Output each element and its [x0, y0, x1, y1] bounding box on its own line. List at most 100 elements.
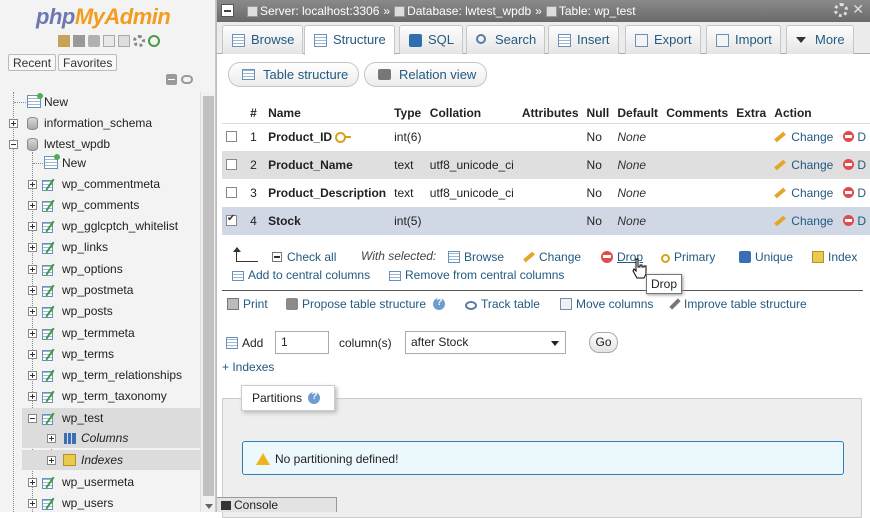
query-window-icon[interactable] [88, 35, 100, 47]
scroll-down-arrow-icon[interactable] [205, 504, 213, 509]
table-row[interactable]: 1 Product_ID int(6) No None Change D [222, 123, 870, 151]
table-structure-icon[interactable] [42, 327, 58, 340]
relation-view-subtab[interactable]: Relation view [364, 62, 488, 87]
panel-divider[interactable] [216, 0, 217, 512]
nav-scrollbar[interactable] [200, 92, 215, 512]
expand-plus-icon[interactable] [28, 286, 37, 295]
tab-import[interactable]: Import [706, 25, 781, 54]
tree-item-table[interactable]: wp_options [0, 259, 200, 279]
expand-plus-icon[interactable] [47, 434, 56, 443]
nav-scrollbar-thumb[interactable] [203, 96, 214, 496]
drop-icon[interactable] [843, 131, 855, 143]
expand-plus-icon[interactable] [28, 180, 37, 189]
table-row[interactable]: 3 Product_Description text utf8_unicode_… [222, 179, 870, 207]
table-crumb[interactable]: Table: wp_test [545, 4, 636, 18]
table-structure-subtab[interactable]: Table structure [228, 62, 360, 87]
column-count-input[interactable]: 1 [275, 331, 329, 354]
documentation-icon[interactable] [103, 35, 115, 47]
drop-link[interactable]: D [857, 186, 866, 200]
drop-icon[interactable] [843, 187, 855, 198]
drop-icon[interactable] [843, 215, 855, 226]
table-structure-icon[interactable] [42, 390, 58, 403]
collapse-minus-icon[interactable] [28, 414, 37, 423]
phpmyadmin-logo[interactable]: phpMyAdmin [36, 4, 171, 30]
change-link[interactable]: Change [791, 130, 833, 144]
table-structure-icon[interactable] [42, 241, 58, 254]
docs-page-icon[interactable] [118, 35, 130, 47]
close-icon[interactable]: ✕ [852, 1, 864, 18]
table-structure-icon[interactable] [42, 199, 58, 212]
table-structure-icon[interactable] [42, 305, 58, 318]
track-table-link[interactable]: Track table [465, 297, 540, 311]
link-with-main-icon[interactable] [181, 75, 193, 84]
row-checkbox[interactable] [226, 213, 237, 226]
expand-plus-icon[interactable] [28, 201, 37, 210]
expand-plus-icon[interactable] [28, 329, 37, 338]
field-name[interactable]: Product_Name [264, 151, 391, 179]
toggle-nav-icon[interactable] [221, 4, 234, 17]
field-name[interactable]: Stock [264, 207, 391, 235]
drop-icon[interactable] [843, 159, 855, 170]
row-checkbox[interactable] [226, 187, 237, 198]
expand-plus-icon[interactable] [28, 392, 37, 401]
indexes-toggle-link[interactable]: + Indexes [222, 360, 274, 374]
expand-plus-icon[interactable] [28, 307, 37, 316]
table-structure-icon[interactable] [42, 348, 58, 361]
server-crumb[interactable]: Server: localhost:3306 [247, 4, 379, 18]
row-checkbox[interactable] [226, 159, 237, 170]
tree-item-information-schema[interactable]: information_schema [0, 113, 200, 133]
expand-plus-icon[interactable] [47, 456, 56, 465]
expand-plus-icon[interactable] [28, 243, 37, 252]
table-structure-icon[interactable] [42, 284, 58, 297]
tree-item-new-table[interactable]: New [0, 153, 200, 173]
settings-gear-icon[interactable] [133, 35, 145, 47]
expand-plus-icon[interactable] [9, 119, 18, 128]
tree-item-new[interactable]: New [0, 92, 200, 112]
settings-gear-icon[interactable] [834, 3, 848, 17]
tree-item-table[interactable]: wp_termmeta [0, 323, 200, 343]
table-structure-icon[interactable] [42, 497, 58, 510]
drop-link[interactable]: D [857, 130, 866, 144]
tree-item-table[interactable]: wp_commentmeta [0, 174, 200, 194]
bulk-change-link[interactable]: Change [523, 250, 581, 264]
collapse-all-icon[interactable] [166, 74, 177, 85]
help-icon[interactable] [308, 391, 321, 404]
check-all-link[interactable]: Check all [272, 250, 336, 264]
logout-icon[interactable] [73, 35, 85, 47]
tree-item-table[interactable]: wp_comments [0, 195, 200, 215]
recent-button[interactable]: Recent [8, 54, 57, 71]
tree-item-columns[interactable]: Columns [22, 428, 200, 448]
tree-item-table[interactable]: wp_terms [0, 344, 200, 364]
expand-plus-icon[interactable] [28, 350, 37, 359]
expand-plus-icon[interactable] [28, 265, 37, 274]
collapse-minus-icon[interactable] [9, 140, 18, 149]
tree-item-table[interactable]: wp_term_taxonomy [0, 386, 200, 406]
go-button[interactable]: Go [589, 332, 618, 353]
bulk-primary-link[interactable]: Primary [661, 250, 715, 264]
change-link[interactable]: Change [791, 214, 833, 228]
tab-export[interactable]: Export [625, 25, 701, 54]
field-name[interactable]: Product_Description [264, 179, 391, 207]
bulk-browse-link[interactable]: Browse [448, 250, 504, 264]
console-toggle[interactable]: Console [217, 497, 337, 512]
table-structure-icon[interactable] [42, 476, 58, 489]
tab-search[interactable]: Search [466, 25, 546, 54]
tree-item-table[interactable]: wp_postmeta [0, 280, 200, 300]
column-position-select[interactable]: after Stock [405, 331, 566, 354]
print-link[interactable]: Print [227, 297, 268, 311]
field-name[interactable]: Product_ID [264, 123, 391, 151]
tree-item-table[interactable]: wp_term_relationships [0, 365, 200, 385]
expand-plus-icon[interactable] [28, 371, 37, 380]
favorites-button[interactable]: Favorites [58, 54, 118, 71]
tree-item-table[interactable]: wp_posts [0, 301, 200, 321]
tree-item-lwtest-wpdb[interactable]: lwtest_wpdb [0, 134, 200, 154]
table-structure-icon[interactable] [42, 263, 58, 276]
table-structure-icon[interactable] [42, 178, 58, 191]
tree-item-indexes[interactable]: Indexes [22, 450, 200, 470]
table-structure-icon[interactable] [42, 412, 58, 425]
row-checkbox[interactable] [226, 131, 237, 143]
table-structure-icon[interactable] [42, 369, 58, 382]
reload-icon[interactable] [148, 35, 160, 47]
tab-insert[interactable]: Insert [548, 25, 619, 54]
remove-central-columns-link[interactable]: Remove from central columns [389, 268, 564, 282]
